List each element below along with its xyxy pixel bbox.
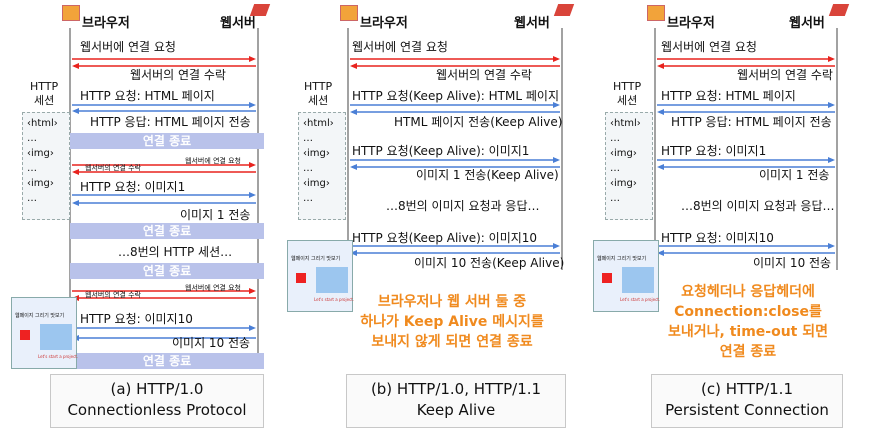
server-label: 웹서버 bbox=[789, 16, 825, 31]
msg: HTTP 요청(Keep Alive): 이미지1 bbox=[352, 144, 530, 158]
session-list: ‹html› … ‹img› … ‹img› … bbox=[605, 112, 653, 220]
msg: HTML 페이지 전송(Keep Alive) bbox=[394, 115, 563, 129]
msg: HTTP 요청: 이미지1 bbox=[661, 144, 767, 158]
msg: 웹서버에 연결 요청 bbox=[185, 284, 241, 292]
msg: HTTP 요청: 이미지10 bbox=[661, 231, 774, 245]
msg: HTTP 요청(Keep Alive): HTML 페이지 bbox=[352, 89, 559, 103]
thumb-caption: Let's start a project. bbox=[314, 297, 355, 302]
caption-c: (c) HTTP/1.1 Persistent Connection bbox=[651, 374, 843, 428]
webpage-thumbnail: 웹페이지 그리기 맛보기 Let's start a project. bbox=[593, 240, 660, 312]
thumb-red-square bbox=[296, 273, 306, 283]
session-list: ‹html› … ‹img› … ‹img› … bbox=[298, 112, 346, 220]
close-bar: 연결 종료 bbox=[70, 133, 264, 149]
caption-b: (b) HTTP/1.0, HTTP/1.1 Keep Alive bbox=[346, 374, 566, 428]
http-session-label: HTTP 세션 bbox=[30, 80, 59, 107]
msg: HTTP 요청: 이미지1 bbox=[80, 180, 186, 194]
msg: 웹서버에 연결 요청 bbox=[185, 157, 241, 165]
msg: 웹서버의 연결 수락 bbox=[737, 68, 833, 82]
close-bar: 연결 종료 bbox=[70, 353, 264, 369]
msg: HTTP 요청(Keep Alive): 이미지10 bbox=[352, 231, 538, 245]
caption-a: (a) HTTP/1.0 Connectionless Protocol bbox=[50, 374, 264, 428]
http-session-label: HTTP 세션 bbox=[304, 80, 333, 107]
close-bar: 연결 종료 bbox=[70, 263, 264, 279]
browser-label: 브라우저 bbox=[82, 16, 130, 31]
panel-b: 브라우저 웹서버 HTTP 세션 ‹html› … ‹img› … ‹img› … bbox=[287, 0, 580, 437]
webpage-thumbnail: 웹페이지 그리기 맛보기 Let's start a project. bbox=[11, 297, 79, 369]
browser-label: 브라우저 bbox=[667, 16, 715, 31]
msg: 웹서버의 연결 수락 bbox=[436, 68, 532, 82]
webpage-thumbnail: 웹페이지 그리기 맛보기 Let's start a project. bbox=[287, 240, 355, 312]
thumb-red-square bbox=[20, 330, 30, 340]
msg: 이미지 10 전송(Keep Alive) bbox=[414, 256, 565, 270]
browser-icon bbox=[647, 5, 665, 21]
msg: HTTP 응답: HTML 페이지 전송 bbox=[90, 115, 251, 129]
msg: 웹서버의 연결 수락 bbox=[85, 164, 141, 172]
thumb-title: 웹페이지 그리기 맛보기 bbox=[597, 256, 647, 262]
keepalive-note: 브라우저나 웹 서버 둘 중 하나가 Keep Alive 메시지를 보내지 않… bbox=[360, 294, 544, 350]
msg: HTTP 요청: 이미지10 bbox=[80, 312, 193, 326]
msg: 이미지 1 전송 bbox=[759, 168, 830, 182]
persistent-note: 요청헤더나 응답헤더에 Connection:close를 보내거나, time… bbox=[667, 284, 828, 360]
close-bar: 연결 종료 bbox=[70, 223, 264, 239]
msg: 웹서버에 연결 요청 bbox=[352, 40, 448, 54]
msg: 이미지 10 전송 bbox=[172, 336, 251, 350]
panel-c: 브라우저 웹서버 HTTP 세션 ‹html› … ‹img› … ‹img› … bbox=[581, 0, 881, 437]
http-session-label: HTTP 세션 bbox=[613, 80, 642, 107]
msg: 이미지 1 전송(Keep Alive) bbox=[416, 168, 559, 182]
browser-icon bbox=[340, 5, 358, 21]
thumb-caption: Let's start a project. bbox=[38, 354, 79, 359]
msg: 웹서버에 연결 요청 bbox=[661, 40, 757, 54]
thumb-picture bbox=[622, 267, 654, 293]
msg: …8번의 이미지 요청과 응답… bbox=[386, 199, 540, 213]
msg: …8번의 이미지 요청과 응답… bbox=[681, 199, 835, 213]
msg: 이미지 10 전송 bbox=[753, 256, 832, 270]
server-label: 웹서버 bbox=[514, 16, 550, 31]
browser-label: 브라우저 bbox=[360, 16, 408, 31]
msg: 이미지 1 전송 bbox=[180, 208, 251, 222]
session-list: ‹html› … ‹img› … ‹img› … bbox=[22, 112, 70, 220]
msg: 웹서버의 연결 수락 bbox=[85, 291, 141, 299]
thumb-red-square bbox=[602, 273, 612, 283]
thumb-title: 웹페이지 그리기 맛보기 bbox=[15, 313, 65, 319]
thumb-picture bbox=[40, 324, 72, 350]
panel-a: 브라우저 웹서버 HTTP 세션 ‹html› … ‹img› … ‹img› … bbox=[0, 0, 290, 437]
msg: …8번의 HTTP 세션… bbox=[118, 245, 233, 259]
msg: HTTP 요청: HTML 페이지 bbox=[661, 89, 796, 103]
msg: 웹서버에 연결 요청 bbox=[80, 40, 176, 54]
msg: HTTP 응답: HTML 페이지 전송 bbox=[671, 115, 832, 129]
thumb-picture bbox=[316, 267, 348, 293]
msg: HTTP 요청: HTML 페이지 bbox=[80, 89, 215, 103]
browser-icon bbox=[62, 5, 80, 21]
thumb-title: 웹페이지 그리기 맛보기 bbox=[291, 256, 341, 262]
msg: 웹서버의 연결 수락 bbox=[130, 68, 226, 82]
